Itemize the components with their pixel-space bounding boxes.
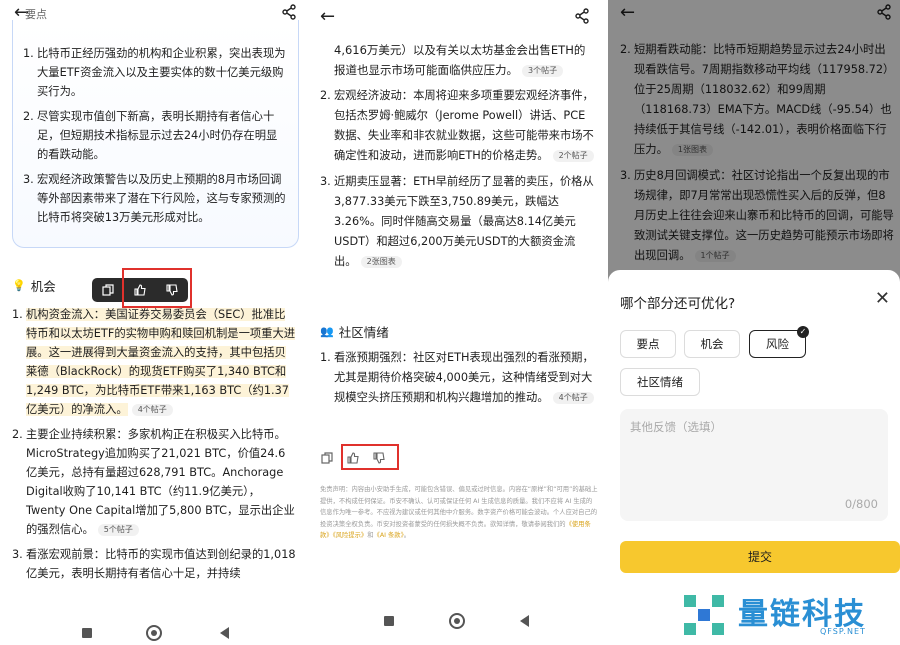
summary-card: 要点 1. 比特币正经历强劲的机构和企业积累，突出表现为大量ETF资金流入以及主要… (12, 8, 299, 248)
list-item: 1. 比特币正经历强劲的机构和企业积累，突出表现为大量ETF资金流入以及主要实体的… (23, 47, 286, 98)
share-icon[interactable] (281, 4, 297, 20)
source-chip[interactable]: 4个帖子 (552, 392, 594, 404)
summary-list: 1. 比特币正经历强劲的机构和企业积累，突出表现为大量ETF资金流入以及主要实体的… (23, 44, 288, 227)
check-icon: ✓ (797, 326, 809, 338)
sheet-title: 哪个部分还可优化? (620, 296, 736, 312)
submit-button[interactable]: 提交 (620, 541, 900, 573)
risk-list-cont: 4,616万美元）以及有关以太坊基金会出售ETH的报道也显示市场可能面临供应压力… (320, 40, 596, 278)
share-icon[interactable] (574, 8, 590, 24)
panel-opportunities: ← 要点 1. 比特币正经历强劲的机构和企业积累，突出表现为大量ETF资金流入以及… (0, 0, 305, 645)
back-nav-icon[interactable] (220, 627, 229, 639)
list-item: 3. 宏观经济政策警告以及历史上预期的8月市场回调等外部因素带来了潜在下行风险，这… (23, 173, 286, 224)
risk-link[interactable]: 《风险提示》 (333, 532, 368, 539)
textarea-placeholder: 其他反馈（选填） (630, 420, 722, 434)
source-chip[interactable]: 2张图表 (360, 256, 402, 268)
android-nav-bar (0, 621, 305, 645)
list-item: 4,616万美元）以及有关以太坊基金会出售ETH的报道也显示市场可能面临供应压力… (334, 43, 586, 77)
android-nav-bar (308, 609, 604, 633)
people-icon: 👥 (320, 325, 334, 338)
list-item: 1. 机构资金流入：美国证券交易委员会（SEC）批准比特币和以太坊ETF的实物申购… (12, 308, 296, 416)
back-nav-icon[interactable] (520, 615, 529, 627)
panel-feedback-sheet: ← 2. 短期看跌动能：比特币短期趋势显示过去24小时出现看跌信号。7周期指数移动… (608, 0, 900, 645)
list-item: 1. 看涨预期强烈：社区对ETH表现出强烈的看涨预期，尤其是期待价格突破4,000… (320, 351, 594, 404)
dim-overlay[interactable] (608, 0, 900, 290)
community-list: 1. 看涨预期强烈：社区对ETH表现出强烈的看涨预期，尤其是期待价格突破4,000… (320, 348, 596, 414)
list-item: 3. 看涨宏观前景：比特币的实现市值达到创纪录的1,018亿美元，表明长期持有者信… (12, 548, 296, 580)
ai-terms-link[interactable]: 《AI 条款》 (374, 532, 404, 539)
panel-community: ← 4,616万美元）以及有关以太坊基金会出售ETH的报道也显示市场可能面临供应… (308, 0, 604, 645)
back-arrow-icon[interactable]: ← (320, 6, 335, 28)
recent-apps-icon[interactable] (82, 628, 92, 638)
posts-chip[interactable]: 3个帖子 (522, 64, 564, 77)
copy-icon[interactable] (320, 451, 334, 465)
section-title-opportunity: 💡 机会 (12, 279, 56, 294)
source-chip[interactable]: 5个帖子 (97, 524, 139, 536)
section-title-community: 👥 社区情绪 (320, 325, 389, 340)
list-item: 2. 主要企业持续积累：多家机构正在积极买入比特币。MicroStrategy追加… (12, 428, 295, 536)
home-icon[interactable] (146, 625, 162, 641)
source-chip[interactable]: 2个帖子 (552, 150, 594, 162)
watermark: 量链科技 QFSP.NET (680, 585, 900, 645)
list-item: 2. 尽管实现市值创下新高，表明长期持有者信心十足，但短期技术指标显示过去24小时… (23, 110, 278, 161)
option-opportunity[interactable]: 机会 (684, 330, 740, 358)
highlight-box-feedback (341, 444, 399, 470)
summary-header-cut: 要点 (25, 8, 47, 21)
source-chip[interactable]: 4个帖子 (131, 404, 173, 416)
opportunity-list: 1. 机构资金流入：美国证券交易委员会（SEC）批准比特币和以太坊ETF的实物申购… (12, 305, 296, 589)
list-item: 3. 近期卖压显著：ETH早前经历了显著的卖压，价格从3,877.33美元下跌至3… (320, 175, 594, 268)
home-icon[interactable] (449, 613, 465, 629)
bulb-icon: 💡 (12, 279, 26, 292)
copy-icon[interactable] (101, 283, 115, 297)
option-risk[interactable]: 风险 ✓ (749, 326, 809, 358)
option-community[interactable]: 社区情绪 (620, 368, 700, 396)
feedback-textarea[interactable]: 其他反馈（选填） 0/800 (620, 409, 888, 521)
close-icon[interactable]: ✕ (875, 288, 890, 309)
disclaimer: 免责声明：内容由小安助手生成，可能包含错误、偏见或过时信息。内容在“原样”和“可… (320, 486, 598, 539)
recent-apps-icon[interactable] (384, 616, 394, 626)
watermark-logo-icon (684, 595, 724, 635)
watermark-url: QFSP.NET (820, 627, 866, 636)
highlight-box-popup (122, 268, 192, 308)
list-item: 2. 宏观经济波动：本周将迎来多项重要宏观经济事件，包括杰罗姆·鲍威尔（Jerom… (320, 89, 594, 162)
option-key-points[interactable]: 要点 (620, 330, 676, 358)
char-counter: 0/800 (844, 497, 878, 511)
top-bar: ← (308, 0, 604, 28)
